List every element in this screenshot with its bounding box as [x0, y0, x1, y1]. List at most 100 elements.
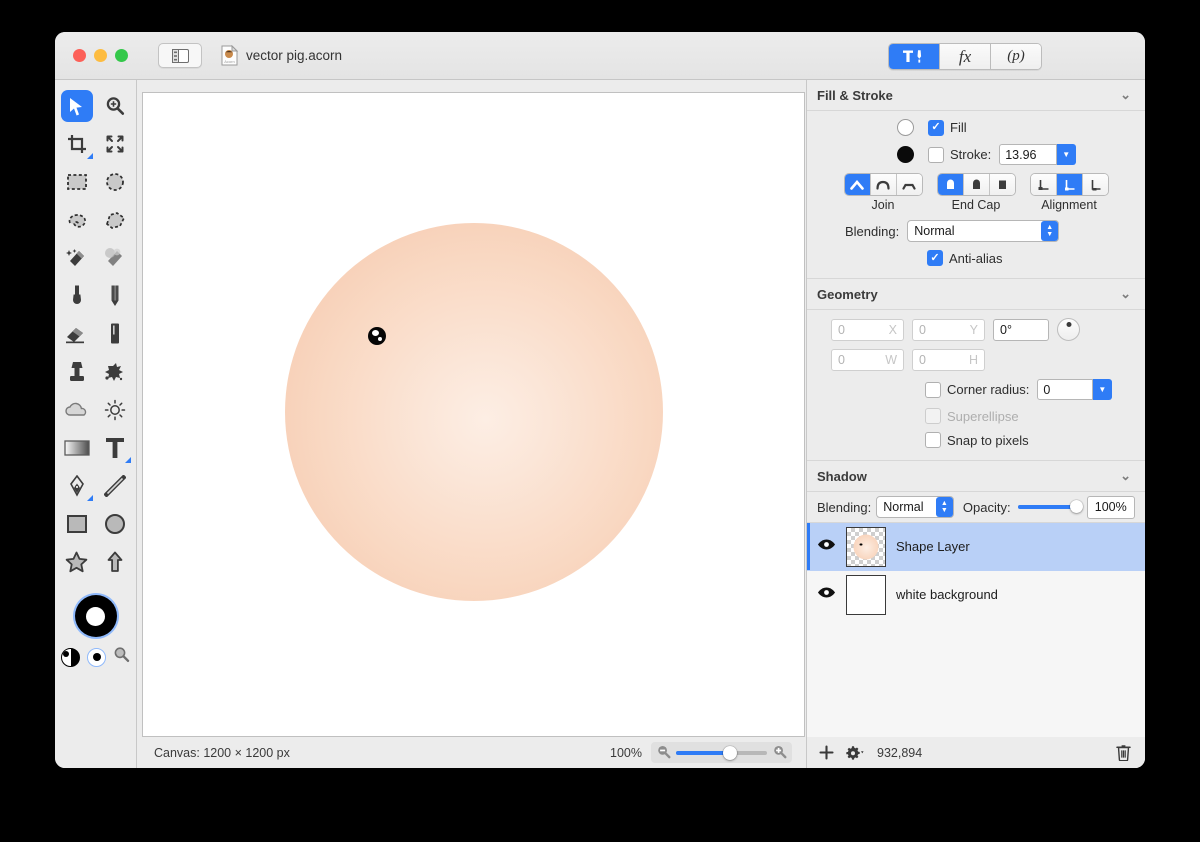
tool-gradient[interactable]: [58, 429, 96, 467]
tool-transform[interactable]: [96, 125, 134, 163]
layer-thumbnail[interactable]: [846, 574, 886, 615]
tool-crop[interactable]: [58, 125, 96, 163]
minimize-window-button[interactable]: [94, 49, 107, 62]
blending-mode-select[interactable]: Normal ▲ ▼: [907, 220, 1060, 242]
zoom-slider-knob[interactable]: [723, 745, 738, 760]
fill-color-swatch[interactable]: [86, 606, 105, 626]
alignment-inside-button[interactable]: [1030, 174, 1057, 195]
tool-zoom[interactable]: [96, 87, 134, 125]
tool-eraser[interactable]: [58, 315, 96, 353]
tool-brush[interactable]: [58, 277, 96, 315]
corner-radius-input[interactable]: 0: [1037, 379, 1094, 400]
tool-blur[interactable]: [58, 391, 96, 429]
opacity-slider-knob[interactable]: [1069, 500, 1083, 513]
anti-alias-checkbox[interactable]: [927, 250, 943, 266]
alignment-outside-button[interactable]: [1082, 174, 1108, 195]
close-window-button[interactable]: [73, 49, 86, 62]
gear-icon[interactable]: [845, 745, 866, 760]
layer-visibility-toggle[interactable]: [817, 538, 836, 556]
tab-filters[interactable]: fx: [940, 44, 991, 69]
tool-instant-alpha[interactable]: [96, 239, 134, 277]
end-cap-round-button[interactable]: [963, 174, 990, 195]
opacity-value-input[interactable]: 100%: [1086, 495, 1135, 519]
tool-ellipse[interactable]: [96, 505, 134, 543]
geometry-y-field[interactable]: 0 Y: [912, 318, 985, 341]
tab-tools[interactable]: [889, 44, 940, 69]
foreground-background-color-well[interactable]: [74, 595, 117, 637]
layer-name[interactable]: Shape Layer: [896, 539, 970, 554]
zoom-slider[interactable]: [651, 742, 792, 763]
join-round-button[interactable]: [870, 174, 897, 195]
layer-row-shape-layer[interactable]: Shape Layer: [807, 523, 1145, 571]
layer-name[interactable]: white background: [896, 587, 998, 602]
geometry-x-field[interactable]: 0 X: [831, 318, 904, 341]
tool-smudge[interactable]: [96, 353, 134, 391]
alignment-center-button[interactable]: [1056, 174, 1083, 195]
tool-marker[interactable]: [96, 315, 134, 353]
end-cap-square-button[interactable]: [989, 174, 1015, 195]
shape-layer-ellipse[interactable]: [285, 223, 663, 601]
fill-color-swatch[interactable]: [897, 119, 914, 136]
default-colors-icon[interactable]: [87, 647, 106, 667]
tool-rectangle[interactable]: [58, 505, 96, 543]
stroke-width-stepper[interactable]: ▼: [1057, 144, 1077, 165]
join-miter-button[interactable]: [844, 174, 871, 195]
tool-text[interactable]: [96, 429, 134, 467]
palette-magnifier-icon[interactable]: [113, 646, 130, 668]
trash-icon[interactable]: [1116, 744, 1131, 761]
end-cap-butt-button[interactable]: [937, 174, 964, 195]
tool-line[interactable]: [96, 467, 134, 505]
fill-checkbox[interactable]: [928, 119, 944, 136]
join-bevel-button[interactable]: [896, 174, 922, 195]
rotation-dial[interactable]: [1057, 318, 1080, 341]
layer-blending-select[interactable]: Normal ▲ ▼: [876, 496, 954, 518]
end-cap-segmented-control[interactable]: [936, 173, 1016, 196]
layer-row-white-background[interactable]: white background: [807, 571, 1145, 619]
tool-magic-wand[interactable]: [58, 239, 96, 277]
geometry-rotation-field[interactable]: 0°: [993, 318, 1049, 341]
eye-shape[interactable]: [368, 327, 386, 345]
canvas[interactable]: [142, 92, 805, 737]
acorn-window: Acorn vector pig.acorn fx (p) Canvas: 12…: [55, 32, 1145, 768]
add-layer-icon[interactable]: [819, 745, 834, 760]
geometry-height-field[interactable]: 0 H: [912, 349, 985, 371]
stroke-width-input[interactable]: 13.96: [999, 144, 1058, 165]
tool-clone-stamp[interactable]: [58, 353, 96, 391]
zoom-window-button[interactable]: [115, 49, 128, 62]
geometry-width-field[interactable]: 0 W: [831, 349, 904, 371]
tool-rectangular-select[interactable]: [58, 163, 96, 201]
stroke-color-swatch[interactable]: [897, 146, 914, 163]
stroke-checkbox[interactable]: [928, 146, 944, 163]
chevron-down-icon[interactable]: ⌄: [1120, 286, 1131, 302]
alignment-segmented-control[interactable]: [1029, 173, 1109, 196]
join-segmented-control[interactable]: [843, 173, 923, 196]
tool-lasso[interactable]: [58, 201, 96, 239]
tool-move[interactable]: [58, 87, 96, 125]
zoom-in-icon[interactable]: [772, 744, 787, 762]
opacity-slider[interactable]: [1017, 500, 1083, 513]
zoom-slider-track[interactable]: [676, 745, 767, 760]
section-header-geometry[interactable]: Geometry ⌄: [807, 278, 1145, 310]
layer-visibility-toggle[interactable]: [817, 586, 836, 604]
tool-pen[interactable]: [58, 467, 96, 505]
tool-pencil[interactable]: [96, 277, 134, 315]
tool-star[interactable]: [58, 543, 96, 581]
section-header-shadow[interactable]: Shadow ⌄: [807, 460, 1145, 492]
chevron-down-icon[interactable]: ⌄: [1120, 87, 1131, 103]
section-header-fill-stroke[interactable]: Fill & Stroke ⌄: [807, 80, 1145, 111]
swap-colors-icon[interactable]: [61, 647, 80, 667]
tool-elliptical-select[interactable]: [96, 163, 134, 201]
inspector-mode-segmented-control[interactable]: fx (p): [888, 43, 1042, 70]
corner-radius-checkbox[interactable]: [925, 381, 941, 398]
tool-arrow[interactable]: [96, 543, 134, 581]
chevron-down-icon[interactable]: ⌄: [1120, 468, 1131, 484]
layer-thumbnail[interactable]: [846, 526, 886, 567]
tool-polygon-lasso[interactable]: [96, 201, 134, 239]
tool-dodge[interactable]: [96, 391, 134, 429]
snap-to-pixels-checkbox[interactable]: [925, 432, 941, 448]
sidebar-toggle-button[interactable]: [158, 43, 202, 68]
zoom-out-icon[interactable]: [656, 744, 671, 762]
tab-presets[interactable]: (p): [991, 44, 1041, 69]
corner-radius-stepper[interactable]: ▼: [1093, 379, 1113, 400]
geometry-x-unit: X: [888, 322, 897, 337]
